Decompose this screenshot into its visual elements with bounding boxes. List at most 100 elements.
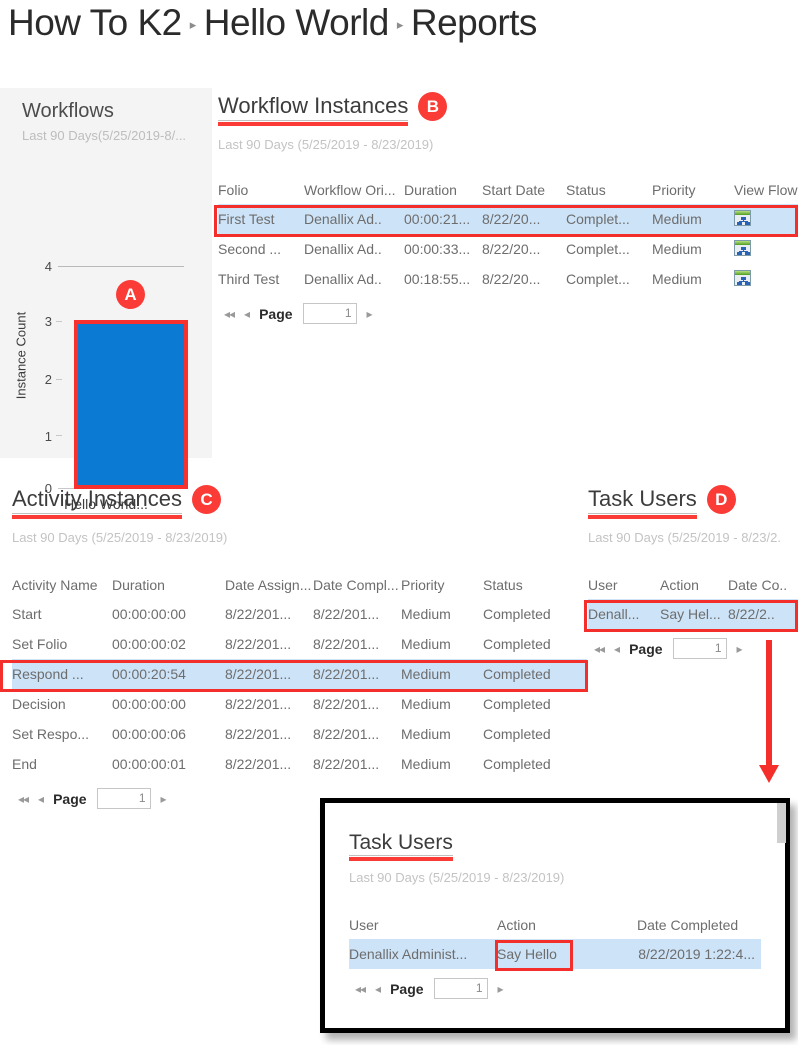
y-tick-label-2: 2 bbox=[44, 372, 52, 387]
cell-duration: 00:00:00:00 bbox=[112, 696, 186, 712]
workflow-instances-pager: ◂◂ ◂ Page 1 ▸ bbox=[218, 294, 798, 324]
col-priority[interactable]: Priority bbox=[401, 573, 483, 599]
table-row[interactable]: Start 00:00:00:00 8/22/201... 8/22/201..… bbox=[12, 599, 587, 629]
view-flow-icon[interactable] bbox=[734, 239, 751, 256]
table-row[interactable]: Denall... Say Hel... 8/22/2.. bbox=[588, 599, 798, 629]
page-number-input[interactable]: 1 bbox=[302, 303, 357, 324]
cell-priority: Medium bbox=[401, 756, 451, 772]
cell-date-completed: 8/22/201... bbox=[313, 756, 380, 772]
cell-duration: 00:00:21... bbox=[404, 204, 482, 234]
view-flow-icon[interactable] bbox=[734, 269, 751, 286]
prev-page-icon[interactable]: ◂ bbox=[244, 308, 250, 320]
cell-user: Denallix Administ... bbox=[349, 939, 497, 970]
chevron-right-icon: ▸ bbox=[396, 17, 404, 32]
cell-date-assigned: 8/22/201... bbox=[225, 659, 313, 689]
y-tick-label-3: 3 bbox=[44, 314, 52, 329]
first-page-icon[interactable]: ◂◂ bbox=[224, 308, 235, 320]
cell-priority: Medium bbox=[652, 271, 702, 287]
col-activity-name[interactable]: Activity Name bbox=[12, 573, 112, 599]
inset-title-text: Task Users bbox=[349, 831, 453, 854]
col-date-completed[interactable]: Date Completed bbox=[637, 913, 761, 939]
page-number-input[interactable]: 1 bbox=[672, 638, 727, 659]
page-number-input[interactable]: 1 bbox=[433, 978, 488, 1000]
task-users-title-text: Task Users bbox=[588, 486, 697, 512]
task-users-detail-callout: Task Users Last 90 Days (5/25/2019 - 8/2… bbox=[320, 798, 790, 1033]
col-priority[interactable]: Priority bbox=[652, 178, 734, 204]
cell-activity-name: Start bbox=[12, 606, 42, 622]
view-flow-icon[interactable] bbox=[734, 209, 751, 226]
activity-instances-table-wrap: Activity Name Duration Date Assign... Da… bbox=[0, 573, 588, 809]
activity-instances-title: Activity Instances bbox=[12, 487, 182, 519]
col-date-completed[interactable]: Date Compl... bbox=[313, 573, 401, 599]
next-page-icon[interactable]: ▸ bbox=[737, 643, 743, 655]
prev-page-icon[interactable]: ◂ bbox=[614, 643, 620, 655]
task-users-title: Task Users bbox=[588, 486, 697, 519]
prev-page-icon[interactable]: ◂ bbox=[375, 983, 381, 995]
cell-date-assigned: 8/22/201... bbox=[225, 606, 292, 622]
scrollbar-thumb[interactable] bbox=[777, 803, 786, 843]
annotation-arrow-line bbox=[766, 640, 772, 772]
y-tick-2 bbox=[56, 379, 62, 380]
cell-priority: Medium bbox=[401, 726, 451, 742]
cell-folio: Third Test bbox=[218, 271, 280, 287]
col-date-assigned[interactable]: Date Assign... bbox=[225, 573, 313, 599]
y-tick-3 bbox=[56, 321, 62, 322]
next-page-icon[interactable]: ▸ bbox=[367, 308, 373, 320]
cell-status: Completed bbox=[483, 659, 587, 689]
col-status[interactable]: Status bbox=[483, 573, 587, 599]
col-view-flow[interactable]: View Flow bbox=[734, 178, 798, 204]
workflow-instances-section: Workflow Instances B Last 90 Days (5/25/… bbox=[214, 92, 798, 324]
next-page-icon[interactable]: ▸ bbox=[498, 983, 504, 995]
col-start-date[interactable]: Start Date bbox=[482, 178, 566, 204]
col-originator[interactable]: Workflow Ori... bbox=[304, 178, 404, 204]
table-row[interactable]: Set Folio 00:00:00:02 8/22/201... 8/22/2… bbox=[12, 629, 587, 659]
table-row[interactable]: Third Test Denallix Ad.. 00:18:55... 8/2… bbox=[218, 264, 798, 294]
inset-pager: ◂◂ ◂ Page 1 ▸ bbox=[349, 969, 761, 1000]
cell-priority: Medium bbox=[401, 606, 451, 622]
col-status[interactable]: Status bbox=[566, 178, 652, 204]
table-row[interactable]: Denallix Administ... Say Hello 8/22/2019… bbox=[349, 939, 761, 970]
annotation-underline bbox=[12, 514, 182, 519]
table-row[interactable]: Decision 00:00:00:00 8/22/201... 8/22/20… bbox=[12, 689, 587, 719]
bar-hello-world[interactable] bbox=[74, 320, 188, 489]
table-row[interactable]: First Test Denallix Ad.. 00:00:21... 8/2… bbox=[218, 204, 798, 234]
page-label: Page bbox=[629, 640, 663, 657]
breadcrumb-item-3: Reports bbox=[410, 2, 538, 43]
col-user[interactable]: User bbox=[588, 573, 660, 599]
first-page-icon[interactable]: ◂◂ bbox=[594, 643, 605, 655]
title-underline bbox=[349, 855, 453, 857]
cell-activity-name: Set Respo... bbox=[12, 726, 90, 742]
cell-status: Completed bbox=[483, 606, 551, 622]
cell-duration: 00:00:33... bbox=[404, 241, 471, 257]
cell-start-date: 8/22/20... bbox=[482, 204, 566, 234]
y-axis-title: Instance Count bbox=[13, 311, 29, 400]
table-row[interactable]: End 00:00:00:01 8/22/201... 8/22/201... … bbox=[12, 749, 587, 779]
col-duration[interactable]: Duration bbox=[112, 573, 225, 599]
cell-folio: Second ... bbox=[218, 241, 282, 257]
breadcrumb-item-1[interactable]: How To K2 bbox=[8, 2, 182, 44]
table-row[interactable]: Second ... Denallix Ad.. 00:00:33... 8/2… bbox=[218, 234, 798, 264]
cell-status: Complet... bbox=[566, 241, 630, 257]
col-duration[interactable]: Duration bbox=[404, 178, 482, 204]
page-label: Page bbox=[259, 305, 293, 322]
prev-page-icon[interactable]: ◂ bbox=[38, 793, 44, 805]
workflow-instances-title-text: Workflow Instances bbox=[218, 93, 409, 119]
page-number-input[interactable]: 1 bbox=[96, 788, 151, 809]
cell-priority: Medium bbox=[401, 659, 483, 689]
col-action[interactable]: Action bbox=[497, 913, 637, 939]
col-folio[interactable]: Folio bbox=[218, 178, 304, 204]
annotation-badge-c: C bbox=[191, 485, 221, 514]
workflow-instances-table-wrap: Folio Workflow Ori... Duration Start Dat… bbox=[214, 178, 798, 324]
next-page-icon[interactable]: ▸ bbox=[161, 793, 167, 805]
first-page-icon[interactable]: ◂◂ bbox=[18, 793, 29, 805]
col-action[interactable]: Action bbox=[660, 573, 728, 599]
table-row[interactable]: Respond ... 00:00:20:54 8/22/201... 8/22… bbox=[12, 659, 587, 689]
col-date-completed[interactable]: Date Co.. bbox=[728, 573, 798, 599]
first-page-icon[interactable]: ◂◂ bbox=[355, 983, 366, 995]
annotation-arrow-head bbox=[759, 765, 779, 783]
breadcrumb-item-2[interactable]: Hello World bbox=[204, 2, 390, 44]
col-user[interactable]: User bbox=[349, 913, 497, 939]
cell-activity-name: Decision bbox=[12, 696, 66, 712]
table-row[interactable]: Set Respo... 00:00:00:06 8/22/201... 8/2… bbox=[12, 719, 587, 749]
page-label: Page bbox=[390, 980, 424, 997]
